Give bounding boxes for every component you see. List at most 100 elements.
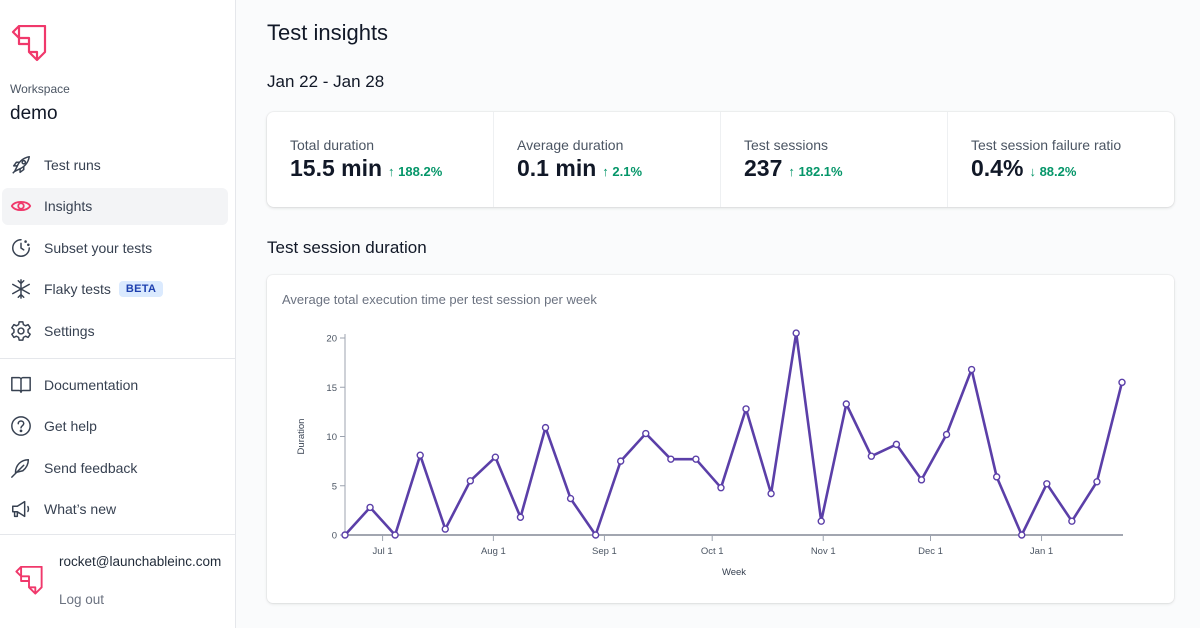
sidebar-item-label: Flaky tests — [44, 281, 111, 297]
stat-label: Test session failure ratio — [971, 137, 1122, 153]
eye-icon — [10, 195, 32, 217]
stat-value: 0.4% — [971, 155, 1024, 181]
stat-label: Average duration — [517, 137, 624, 153]
data-point — [516, 513, 525, 521]
sidebar-item-settings[interactable]: Settings — [2, 312, 228, 349]
stat-label: Total duration — [290, 137, 375, 153]
data-point — [1118, 378, 1126, 387]
data-point — [1068, 517, 1076, 525]
stat-failure-ratio: Test session failure ratio 0.4% ↓ 88.2% — [948, 112, 1174, 207]
data-point — [541, 423, 550, 432]
data-point — [617, 457, 625, 465]
date-range[interactable]: Jan 22 - Jan 28 — [267, 72, 384, 92]
beta-badge: BETA — [118, 281, 164, 297]
main-content: Test insights Jan 22 - Jan 28 Total dura… — [236, 0, 1200, 628]
sidebar-item-flaky-tests[interactable]: Flaky tests BETA — [2, 271, 228, 308]
x-tick-label: Dec 1 — [918, 546, 943, 557]
x-tick-label: Nov 1 — [811, 546, 836, 557]
data-point — [1043, 480, 1051, 488]
page-title: Test insights — [267, 20, 389, 45]
sidebar-item-subset[interactable]: Subset your tests — [2, 229, 228, 266]
stats-card: Total duration 15.5 min ↑ 188.2% Average… — [267, 112, 1174, 207]
stat-change: ↑ 182.1% — [788, 164, 842, 179]
sidebar-item-label: What’s new — [44, 501, 117, 517]
data-point — [591, 531, 600, 539]
sidebar-item-label: Settings — [44, 322, 95, 339]
launchable-logo-icon[interactable] — [10, 25, 48, 63]
megaphone-icon — [10, 498, 32, 520]
x-tick-label: Jan 1 — [1030, 546, 1053, 557]
sidebar: Workspace demo Test runs Insights Subset… — [0, 0, 236, 628]
stat-average-duration: Average duration 0.1 min ↑ 2.1% — [494, 112, 721, 207]
data-point — [466, 477, 475, 485]
logout-link[interactable]: Log out — [59, 592, 104, 607]
stat-value: 0.1 min — [517, 155, 597, 181]
y-tick-label: 15 — [326, 383, 337, 394]
workspace-label: Workspace — [10, 82, 70, 96]
data-point — [742, 405, 750, 413]
sidebar-item-whats-new[interactable]: What’s new — [2, 491, 228, 528]
data-point — [842, 400, 850, 408]
duration-line-chart: 0 5 10 15 20 Duration Jul 1 Aug 1 Sep 1 Oct 1 Nov … — [296, 329, 1126, 578]
data-point — [441, 525, 449, 533]
sidebar-item-documentation[interactable]: Documentation — [2, 366, 228, 403]
section-title: Test session duration — [267, 238, 427, 257]
x-axis-label: Week — [722, 567, 746, 578]
data-point — [1093, 478, 1101, 486]
user-avatar-icon — [15, 566, 43, 595]
data-point — [992, 473, 1001, 481]
x-tick-label: Jul 1 — [373, 546, 393, 557]
data-point — [817, 517, 825, 525]
data-point — [917, 476, 926, 484]
data-point — [1018, 531, 1026, 539]
book-icon — [10, 374, 32, 396]
sidebar-item-label: Test runs — [44, 156, 101, 173]
data-point — [416, 451, 424, 459]
data-point — [717, 484, 725, 492]
data-point — [341, 531, 349, 539]
stat-change: ↑ 2.1% — [602, 164, 642, 179]
data-point — [767, 489, 775, 498]
arrow-down-icon: ↓ — [1029, 164, 1040, 179]
sidebar-item-test-runs[interactable]: Test runs — [2, 146, 228, 183]
clock-icon — [10, 237, 32, 259]
data-point — [867, 452, 876, 460]
arrow-up-icon: ↑ — [602, 164, 613, 179]
feather-icon — [10, 457, 32, 479]
arrow-up-icon: ↑ — [788, 164, 799, 179]
stat-total-duration: Total duration 15.5 min ↑ 188.2% — [267, 112, 494, 207]
sidebar-item-send-feedback[interactable]: Send feedback — [2, 449, 228, 486]
sidebar-item-insights[interactable]: Insights — [2, 187, 228, 225]
stat-change: ↑ 188.2% — [388, 164, 442, 179]
y-axis-label: Duration — [296, 419, 307, 455]
y-tick-label: 20 — [326, 334, 337, 345]
data-point — [566, 494, 575, 503]
stat-value: 237 — [744, 155, 783, 181]
sidebar-item-label: Get help — [44, 418, 97, 434]
data-point — [642, 429, 650, 438]
sidebar-divider — [0, 534, 235, 535]
series-line — [344, 331, 1124, 537]
data-point — [491, 453, 500, 461]
x-tick-label: Sep 1 — [592, 546, 617, 557]
chart-subtitle: Average total execution time per test se… — [282, 292, 597, 307]
data-point — [391, 531, 399, 539]
chart-card: 0 5 10 15 20 Duration Jul 1 Aug 1 Sep 1 Oct 1 Nov … — [267, 275, 1174, 603]
stat-change-value: 2.1% — [612, 164, 643, 179]
y-tick-label: 0 — [332, 531, 337, 542]
x-tick-label: Oct 1 — [701, 546, 724, 557]
sidebar-item-get-help[interactable]: Get help — [2, 408, 228, 445]
data-point — [667, 455, 675, 463]
data-point — [366, 503, 374, 512]
user-email: rocket@launchableinc.com — [59, 554, 222, 569]
x-tick-label: Aug 1 — [481, 546, 506, 557]
stat-test-sessions: Test sessions 237 ↑ 182.1% — [721, 112, 948, 207]
data-point — [692, 455, 700, 463]
stat-change-value: 182.1% — [798, 164, 843, 179]
workspace-name[interactable]: demo — [10, 103, 58, 125]
data-point — [942, 430, 951, 439]
y-tick-label: 10 — [326, 432, 337, 443]
data-point — [892, 440, 901, 449]
question-icon — [10, 415, 32, 437]
stat-value: 15.5 min — [290, 155, 383, 181]
